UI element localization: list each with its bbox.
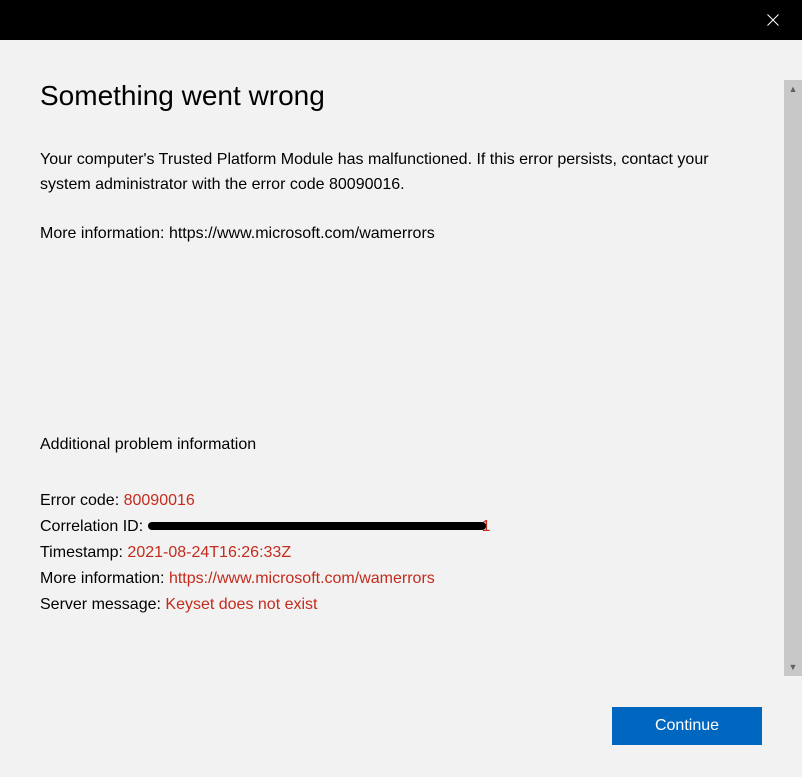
- server-message-value: Keyset does not exist: [165, 596, 317, 613]
- title-bar: [0, 0, 802, 40]
- close-button[interactable]: [758, 5, 788, 35]
- details-more-info-label: More information:: [40, 570, 169, 587]
- button-bar: Continue: [612, 707, 762, 745]
- server-message-line: Server message: Keyset does not exist: [40, 592, 762, 618]
- more-info-line: More information: https://www.microsoft.…: [40, 222, 762, 247]
- redacted-correlation-id: [148, 522, 486, 530]
- close-icon: [767, 14, 779, 26]
- content-area: Something went wrong Your computer's Tru…: [0, 40, 802, 777]
- server-message-label: Server message:: [40, 596, 165, 613]
- timestamp-value: 2021-08-24T16:26:33Z: [127, 544, 291, 561]
- continue-button[interactable]: Continue: [612, 707, 762, 745]
- error-code-value: 80090016: [124, 492, 195, 509]
- more-info-url: https://www.microsoft.com/wamerrors: [169, 225, 435, 242]
- timestamp-label: Timestamp:: [40, 544, 127, 561]
- scrollbar-thumb[interactable]: [784, 98, 802, 658]
- additional-info-header: Additional problem information: [40, 436, 762, 454]
- error-code-line: Error code: 80090016: [40, 488, 762, 514]
- vertical-scrollbar[interactable]: ▲ ▼: [784, 80, 802, 676]
- error-title: Something went wrong: [40, 80, 762, 112]
- correlation-id-line: Correlation ID: 1: [40, 514, 762, 540]
- spacer: [40, 246, 762, 436]
- details-more-info-value: https://www.microsoft.com/wamerrors: [169, 570, 435, 587]
- more-info-label: More information:: [40, 225, 169, 242]
- error-code-label: Error code:: [40, 492, 124, 509]
- dialog-body: Something went wrong Your computer's Tru…: [0, 40, 802, 777]
- error-message: Your computer's Trusted Platform Module …: [40, 148, 762, 198]
- correlation-id-label: Correlation ID:: [40, 518, 148, 535]
- scroll-down-arrow-icon[interactable]: ▼: [784, 658, 802, 676]
- scroll-up-arrow-icon[interactable]: ▲: [784, 80, 802, 98]
- details-more-info-line: More information: https://www.microsoft.…: [40, 566, 762, 592]
- timestamp-line: Timestamp: 2021-08-24T16:26:33Z: [40, 540, 762, 566]
